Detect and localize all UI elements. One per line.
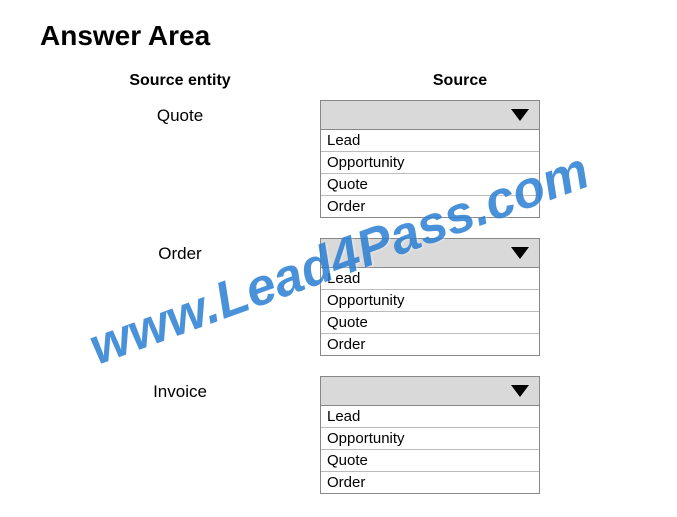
chevron-down-icon bbox=[511, 385, 529, 397]
row-quote: Quote Lead Opportunity Quote Order bbox=[40, 100, 637, 218]
option-item[interactable]: Quote bbox=[321, 312, 539, 334]
option-item[interactable]: Opportunity bbox=[321, 290, 539, 312]
entity-label-order: Order bbox=[40, 238, 320, 264]
option-list-order: Lead Opportunity Quote Order bbox=[320, 268, 540, 356]
dropdown-quote[interactable]: Lead Opportunity Quote Order bbox=[320, 100, 540, 218]
option-list-quote: Lead Opportunity Quote Order bbox=[320, 130, 540, 218]
header-source-entity: Source entity bbox=[40, 72, 320, 90]
option-item[interactable]: Order bbox=[321, 472, 539, 493]
dropdown-header-invoice[interactable] bbox=[320, 376, 540, 406]
option-item[interactable]: Lead bbox=[321, 268, 539, 290]
option-item[interactable]: Order bbox=[321, 196, 539, 217]
option-item[interactable]: Quote bbox=[321, 174, 539, 196]
option-item[interactable]: Lead bbox=[321, 130, 539, 152]
dropdown-header-order[interactable] bbox=[320, 238, 540, 268]
header-source: Source bbox=[320, 72, 600, 90]
column-headers: Source entity Source bbox=[40, 72, 637, 90]
dropdown-header-quote[interactable] bbox=[320, 100, 540, 130]
dropdown-invoice[interactable]: Lead Opportunity Quote Order bbox=[320, 376, 540, 494]
chevron-down-icon bbox=[511, 247, 529, 259]
entity-label-quote: Quote bbox=[40, 100, 320, 126]
page-title: Answer Area bbox=[40, 20, 637, 52]
entity-label-invoice: Invoice bbox=[40, 376, 320, 402]
row-invoice: Invoice Lead Opportunity Quote Order bbox=[40, 376, 637, 494]
option-item[interactable]: Quote bbox=[321, 450, 539, 472]
option-list-invoice: Lead Opportunity Quote Order bbox=[320, 406, 540, 494]
dropdown-order[interactable]: Lead Opportunity Quote Order bbox=[320, 238, 540, 356]
chevron-down-icon bbox=[511, 109, 529, 121]
option-item[interactable]: Opportunity bbox=[321, 428, 539, 450]
option-item[interactable]: Opportunity bbox=[321, 152, 539, 174]
row-order: Order Lead Opportunity Quote Order bbox=[40, 238, 637, 356]
option-item[interactable]: Order bbox=[321, 334, 539, 355]
option-item[interactable]: Lead bbox=[321, 406, 539, 428]
